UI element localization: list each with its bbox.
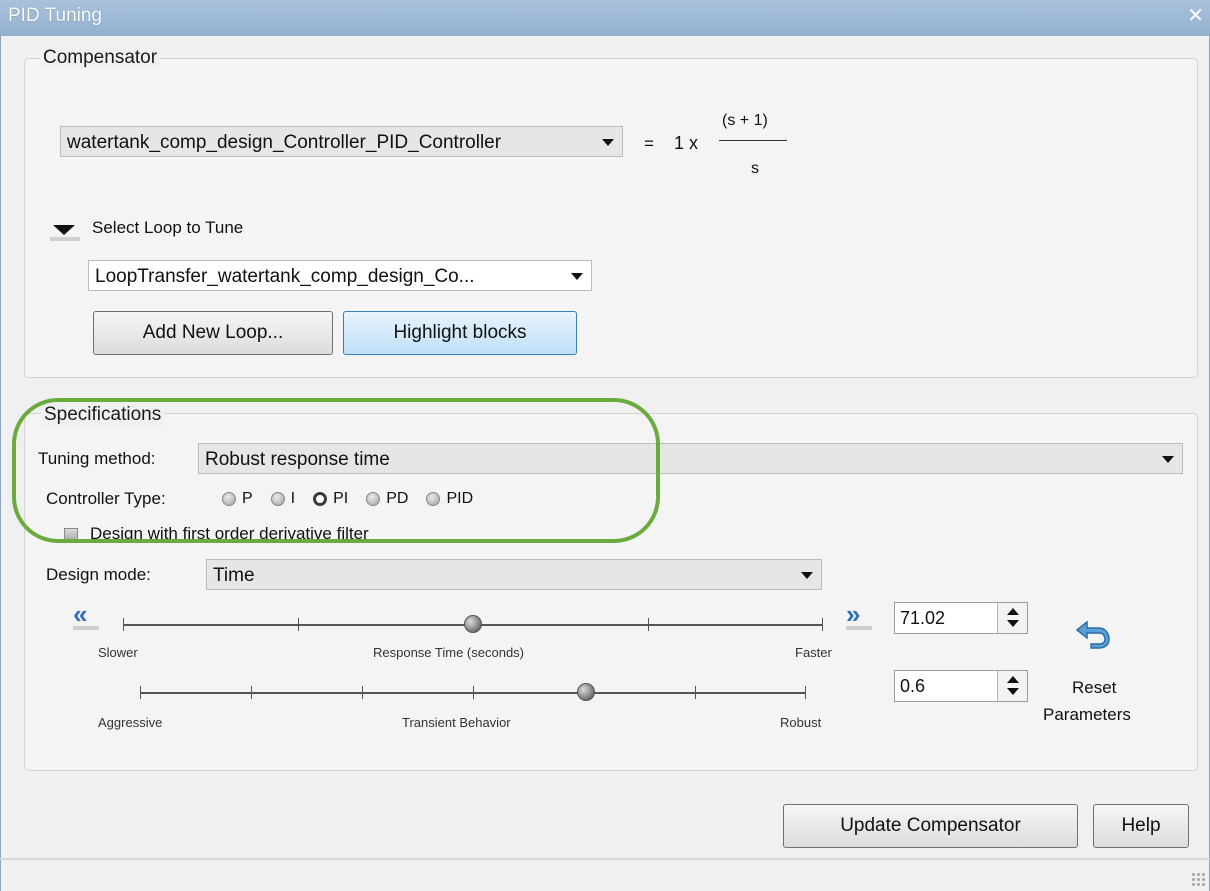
- spin-up-icon[interactable]: [1007, 676, 1019, 683]
- faster-chevron-icon[interactable]: »: [846, 601, 872, 630]
- triangle-down-icon: [53, 225, 75, 235]
- reset-parameters-button[interactable]: Reset Parameters: [1040, 612, 1160, 732]
- slider-tick: [251, 686, 252, 699]
- add-new-loop-button[interactable]: Add New Loop...: [93, 311, 333, 355]
- tuning-method-label: Tuning method:: [38, 449, 156, 468]
- radio-button-icon[interactable]: [222, 492, 236, 506]
- spin-down-icon[interactable]: [1007, 620, 1019, 627]
- compensator-legend: Compensator: [40, 47, 161, 69]
- reset-label-line2: Parameters: [1043, 705, 1131, 724]
- specifications-legend: Specifications: [41, 404, 165, 426]
- chevron-down-icon: [1162, 456, 1174, 463]
- derivative-filter-label: Design with first order derivative filte…: [90, 524, 369, 539]
- slider-tick: [822, 618, 823, 631]
- compensator-gain: 1 x: [674, 133, 699, 153]
- chevron-down-icon: [602, 139, 614, 146]
- controller-type-label-pid: PID: [446, 490, 474, 507]
- derivative-filter-clip: Design with first order derivative filte…: [90, 524, 490, 539]
- slider-tick: [648, 618, 649, 631]
- transfer-numerator: (s + 1): [722, 112, 768, 129]
- slider-tick: [140, 686, 141, 699]
- radio-button-icon[interactable]: [313, 492, 328, 506]
- design-mode-value: Time: [213, 565, 255, 586]
- response-time-value: 71.02: [900, 608, 946, 628]
- transient-value: 0.6: [900, 676, 926, 696]
- slider-tick: [362, 686, 363, 699]
- slider-tick: [805, 686, 806, 699]
- tuning-method-value: Robust response time: [205, 449, 390, 470]
- spinner-buttons[interactable]: [997, 603, 1027, 633]
- status-bar-divider: [0, 858, 1210, 860]
- radio-button-icon[interactable]: [270, 492, 285, 506]
- controller-type-label-pd: PD: [386, 490, 409, 507]
- chevron-down-icon: [801, 572, 813, 579]
- fraction-bar: [719, 140, 787, 141]
- update-compensator-button[interactable]: Update Compensator: [783, 804, 1078, 848]
- controller-type-radio-p[interactable]: P: [222, 490, 253, 508]
- spinner-buttons[interactable]: [997, 671, 1027, 701]
- tuning-method-select[interactable]: Robust response time: [198, 443, 1183, 474]
- response-time-caption: Response Time (seconds): [373, 645, 525, 660]
- transient-caption: Transient Behavior: [402, 715, 511, 730]
- faster-caption: Faster: [795, 645, 832, 660]
- loop-select-value: LoopTransfer_watertank_comp_design_Co...: [95, 266, 475, 287]
- loop-toggle-label: Select Loop to Tune: [92, 218, 244, 237]
- loop-toggle[interactable]: Select Loop to Tune: [50, 218, 350, 242]
- slower-caption: Slower: [98, 645, 138, 660]
- controller-type-label: Controller Type:: [46, 489, 166, 508]
- controller-type-label-i: I: [290, 490, 296, 507]
- slider-tick: [123, 618, 124, 631]
- controller-type-radio-pid[interactable]: PID: [426, 490, 473, 508]
- response-time-spinner[interactable]: 71.02: [894, 602, 1028, 634]
- highlight-blocks-button[interactable]: Highlight blocks: [343, 311, 577, 355]
- help-button[interactable]: Help: [1093, 804, 1189, 848]
- undo-arrow-icon: [1075, 620, 1110, 649]
- window-title: PID Tuning: [8, 5, 102, 26]
- close-icon[interactable]: ✕: [1187, 5, 1204, 27]
- controller-type-radio-i[interactable]: I: [270, 490, 296, 508]
- controller-type-radio-pi[interactable]: PI: [313, 490, 348, 508]
- derivative-filter-checkbox[interactable]: [64, 528, 78, 542]
- slider-tick: [298, 618, 299, 631]
- chevron-down-icon: [571, 273, 583, 280]
- controller-type-radio-pd[interactable]: PD: [366, 490, 408, 508]
- aggressive-caption: Aggressive: [98, 715, 163, 730]
- title-bar: PID Tuning ✕: [0, 0, 1210, 36]
- robust-caption: Robust: [780, 715, 822, 730]
- response-time-thumb[interactable]: [464, 615, 482, 633]
- controller-type-label-pi: PI: [333, 490, 349, 507]
- reset-label-line1: Reset: [1072, 678, 1117, 697]
- triangle-shadow: [50, 237, 80, 241]
- transient-spinner[interactable]: 0.6: [894, 670, 1028, 702]
- controller-type-label-p: P: [242, 490, 253, 507]
- design-mode-label: Design mode:: [46, 565, 151, 584]
- spin-down-icon[interactable]: [1007, 688, 1019, 695]
- radio-button-icon[interactable]: [366, 492, 381, 506]
- radio-button-icon[interactable]: [426, 492, 441, 506]
- slider-tick: [695, 686, 696, 699]
- controller-type-radios: P I PI PD PID: [222, 490, 491, 508]
- design-mode-select[interactable]: Time: [206, 559, 822, 590]
- slider-tick: [473, 686, 474, 699]
- slower-chevron-icon[interactable]: «: [73, 601, 99, 630]
- resize-grip-icon[interactable]: [1191, 872, 1207, 888]
- equals-sign: =: [644, 134, 654, 153]
- loop-select[interactable]: LoopTransfer_watertank_comp_design_Co...: [88, 260, 592, 291]
- transfer-denominator: s: [751, 160, 759, 177]
- spin-up-icon[interactable]: [1007, 608, 1019, 615]
- compensator-block-select[interactable]: watertank_comp_design_Controller_PID_Con…: [60, 126, 623, 157]
- compensator-block-value: watertank_comp_design_Controller_PID_Con…: [67, 132, 502, 153]
